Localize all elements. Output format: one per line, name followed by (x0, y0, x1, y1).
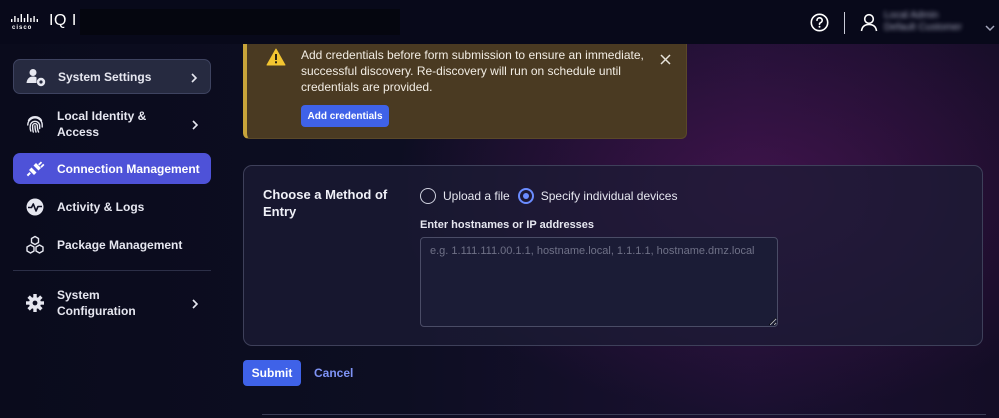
sidebar-item-local-identity[interactable]: Local Identity & Access (13, 106, 211, 142)
sidebar-item-label: Package Management (57, 238, 183, 252)
sidebar-nav: System Settings Local Identity & Access (0, 44, 222, 418)
package-icon (25, 235, 45, 255)
warning-icon (266, 48, 286, 66)
cancel-link[interactable]: Cancel (314, 366, 353, 380)
close-icon[interactable] (660, 52, 671, 65)
logo-wordmark: cisco (12, 25, 33, 31)
credentials-warning-alert: Add credentials before form submission t… (243, 44, 687, 139)
header-divider (844, 12, 845, 34)
chevron-right-icon (191, 298, 199, 309)
alert-message: Add credentials before form submission t… (301, 48, 644, 94)
settings-user-icon (26, 67, 46, 87)
top-bar: cisco IQ I Local Admin Default Customer (0, 0, 999, 44)
sidebar-item-activity-logs[interactable]: Activity & Logs (13, 194, 211, 220)
redacted-area (80, 9, 400, 35)
sidebar-item-label: Activity & Logs (57, 200, 145, 214)
hostnames-textarea[interactable] (420, 237, 778, 327)
submit-button[interactable]: Submit (243, 360, 301, 386)
user-menu[interactable]: Local Admin Default Customer (884, 10, 984, 36)
sidebar-item-label: System Settings (58, 69, 152, 84)
bottom-divider (262, 414, 986, 415)
radio-upload-file[interactable]: Upload a file (420, 188, 510, 204)
help-icon[interactable] (810, 13, 829, 32)
sidebar-divider (13, 270, 211, 271)
chevron-right-icon (190, 72, 198, 83)
activity-icon (25, 197, 45, 217)
entry-method-title: Choose a Method of Entry (263, 187, 388, 219)
sidebar-item-label: System Configuration (57, 288, 136, 318)
sidebar-item-package-management[interactable]: Package Management (13, 232, 211, 258)
user-name: Local Admin (884, 10, 939, 21)
radio-checked-icon[interactable] (517, 188, 534, 204)
radio-specify-devices[interactable]: Specify individual devices (517, 188, 678, 204)
radio-label: Upload a file (443, 189, 510, 203)
entry-method-card: Choose a Method of Entry Upload a file S… (243, 165, 983, 346)
chevron-right-icon (191, 119, 199, 130)
sidebar-item-label: Local Identity & Access (57, 109, 147, 139)
sidebar-item-system-configuration[interactable]: System Configuration (13, 285, 211, 321)
add-credentials-button[interactable]: Add credentials (301, 105, 389, 127)
hostnames-field-label: Enter hostnames or IP addresses (420, 219, 595, 231)
gear-icon (25, 293, 45, 313)
user-icon[interactable] (860, 13, 878, 32)
chevron-down-icon[interactable] (985, 19, 995, 32)
entry-method-radio-group: Upload a file Specify individual devices (420, 188, 685, 204)
radio-label: Specify individual devices (540, 189, 678, 203)
fingerprint-icon (25, 114, 45, 134)
plug-icon (25, 159, 45, 179)
sidebar-item-label: Connection Management (57, 161, 200, 176)
user-org: Default Customer (884, 22, 962, 33)
sidebar-item-connection-management[interactable]: Connection Management (13, 153, 211, 184)
sidebar-item-system-settings[interactable]: System Settings (13, 59, 211, 94)
radio-unchecked-icon[interactable] (420, 188, 436, 204)
app-name: IQ I (49, 12, 77, 29)
